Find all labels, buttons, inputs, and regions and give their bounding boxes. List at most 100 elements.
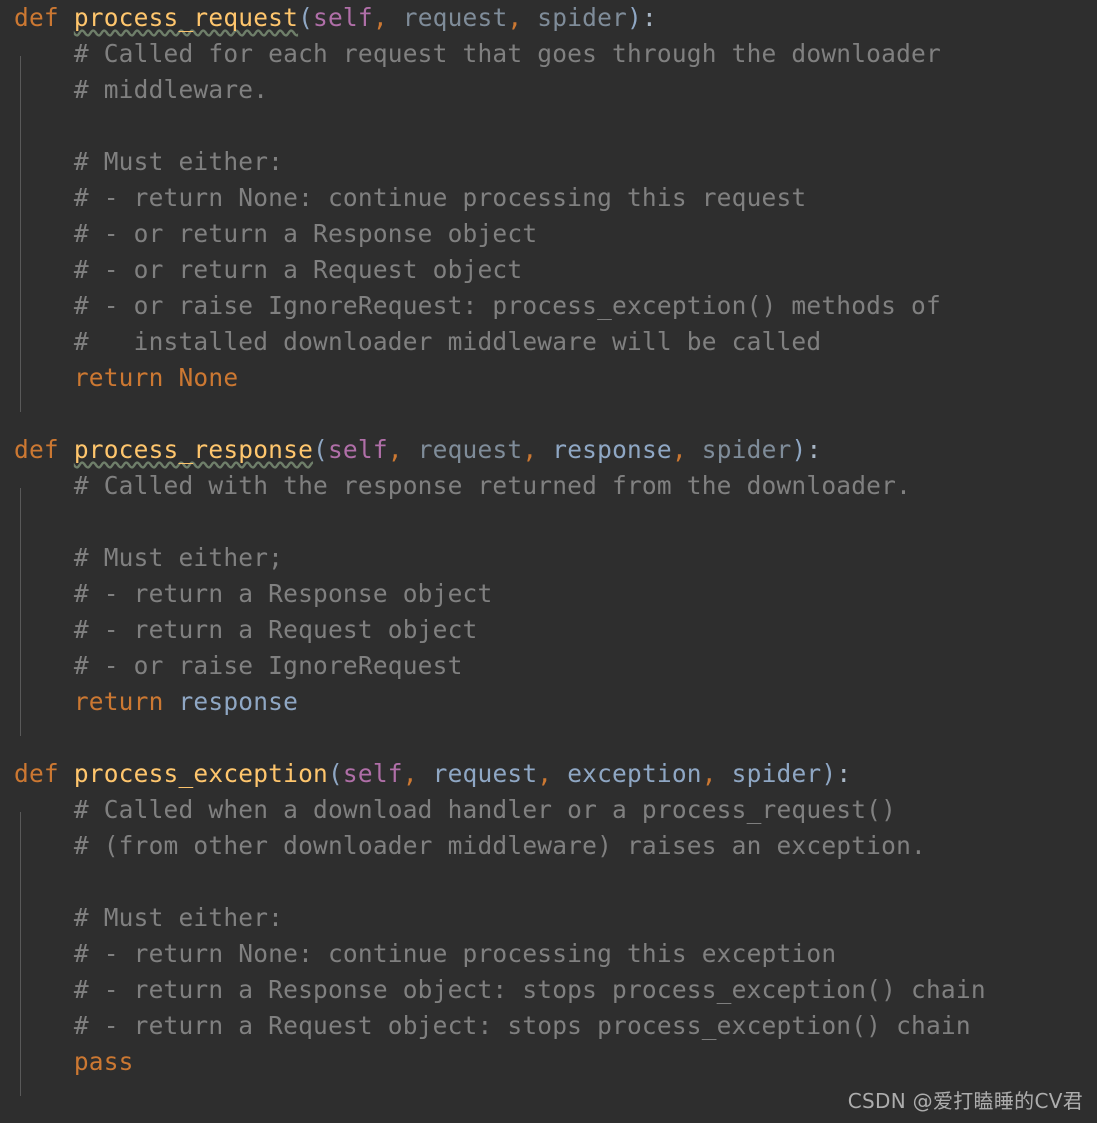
code-token: # Called for each request that goes thro…	[73, 39, 941, 68]
code-token: return	[73, 687, 164, 716]
code-token: def	[14, 435, 59, 464]
code-lines-container[interactable]: def process_request(self, request, spide…	[0, 0, 1097, 1123]
code-token: # Must either:	[73, 147, 284, 176]
code-token: # middleware.	[73, 75, 269, 104]
code-token: # installed downloader middleware will b…	[73, 327, 822, 356]
code-token: ,	[671, 435, 687, 464]
code-token: # - return None: continue processing thi…	[73, 939, 837, 968]
code-token: ,	[372, 3, 388, 32]
code-line[interactable]	[0, 108, 1097, 144]
code-token: return	[73, 363, 164, 392]
code-token: ,	[701, 759, 717, 788]
code-line[interactable]: # - return None: continue processing thi…	[0, 180, 1097, 216]
code-token: ,	[387, 435, 403, 464]
code-line[interactable]: # - return a Response object: stops proc…	[0, 972, 1097, 1008]
code-line[interactable]: # Called for each request that goes thro…	[0, 36, 1097, 72]
indent-guide	[20, 812, 21, 1096]
code-token: response	[537, 435, 672, 464]
code-token: # - or return a Request object	[73, 255, 523, 284]
code-line[interactable]: return response	[0, 684, 1097, 720]
code-token: # Called with the response returned from…	[73, 471, 912, 500]
code-line[interactable]: def process_request(self, request, spide…	[0, 0, 1097, 36]
code-token: pass	[73, 1047, 134, 1076]
code-token: ,	[522, 435, 538, 464]
code-token: # Called when a download handler or a pr…	[73, 795, 897, 824]
code-token: # - return None: continue processing thi…	[73, 183, 807, 212]
code-line[interactable]: # middleware.	[0, 72, 1097, 108]
indent-guide	[20, 488, 21, 736]
code-token: # Must either;	[73, 543, 284, 572]
code-line[interactable]: # - return a Request object: stops proce…	[0, 1008, 1097, 1044]
code-token: def	[14, 3, 59, 32]
code-line[interactable]	[0, 720, 1097, 756]
code-token: request	[387, 3, 508, 32]
code-line[interactable]: pass	[0, 1044, 1097, 1080]
code-line[interactable]: # (from other downloader middleware) rai…	[0, 828, 1097, 864]
code-token: # (from other downloader middleware) rai…	[73, 831, 926, 860]
code-token: # - return a Response object: stops proc…	[73, 975, 986, 1004]
code-line[interactable]: # installed downloader middleware will b…	[0, 324, 1097, 360]
code-line[interactable]: # - or return a Response object	[0, 216, 1097, 252]
code-line[interactable]	[0, 504, 1097, 540]
code-token: # - return a Request object: stops proce…	[73, 1011, 971, 1040]
code-token: (	[298, 3, 314, 32]
code-token: (	[313, 435, 328, 464]
code-token: )	[627, 3, 642, 32]
code-token: None	[178, 363, 239, 392]
code-line[interactable]: # Called when a download handler or a pr…	[0, 792, 1097, 828]
code-line[interactable]: # - or return a Request object	[0, 252, 1097, 288]
code-line[interactable]: # Must either:	[0, 900, 1097, 936]
code-editor[interactable]: def process_request(self, request, spide…	[0, 0, 1097, 1123]
indent-guide	[20, 56, 21, 412]
code-line[interactable]: # Must either;	[0, 540, 1097, 576]
code-line[interactable]: # - return a Response object	[0, 576, 1097, 612]
code-line[interactable]: def process_exception(self, request, exc…	[0, 756, 1097, 792]
code-token: self	[313, 3, 373, 32]
code-line[interactable]: # - return None: continue processing thi…	[0, 936, 1097, 972]
code-line[interactable]: # - or raise IgnoreRequest	[0, 648, 1097, 684]
code-line[interactable]: return None	[0, 360, 1097, 396]
code-line[interactable]: def process_response(self, request, resp…	[0, 432, 1097, 468]
code-line[interactable]: # - return a Request object	[0, 612, 1097, 648]
code-token: # - or raise IgnoreRequest: process_exce…	[73, 291, 941, 320]
code-token: ,	[537, 759, 553, 788]
code-line[interactable]	[0, 864, 1097, 900]
code-line[interactable]: # Called with the response returned from…	[0, 468, 1097, 504]
code-token: request	[402, 435, 523, 464]
code-token: spider	[686, 435, 792, 464]
code-token: process_response	[73, 435, 314, 464]
code-token: self	[342, 759, 403, 788]
code-line[interactable]: # - or raise IgnoreRequest: process_exce…	[0, 288, 1097, 324]
code-token: request	[417, 759, 538, 788]
code-token: # - return a Request object	[73, 615, 478, 644]
code-token: :	[806, 435, 822, 464]
code-line[interactable]: # Must either:	[0, 144, 1097, 180]
csdn-watermark: CSDN @爱打瞌睡的CV君	[847, 1089, 1083, 1113]
code-token: ,	[507, 3, 523, 32]
code-token: # - return a Response object	[73, 579, 493, 608]
code-token: (	[327, 759, 343, 788]
code-line[interactable]	[0, 396, 1097, 432]
code-token: exception	[552, 759, 702, 788]
